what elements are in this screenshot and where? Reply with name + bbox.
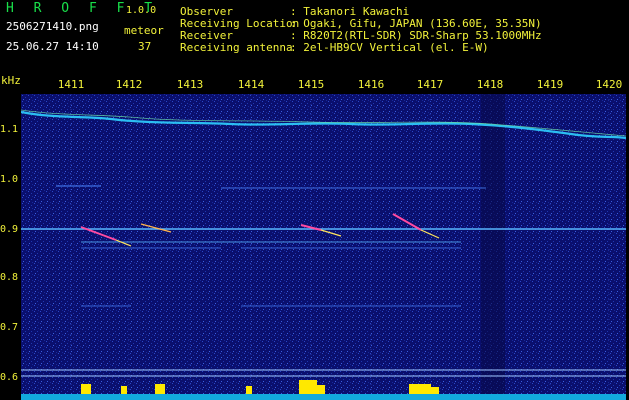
x-tick: 1415 (297, 78, 325, 91)
y-tick: 1.0 (0, 174, 19, 185)
x-tick: 1417 (416, 78, 444, 91)
antenna-label: Receiving antenna (180, 41, 293, 54)
x-tick: 1413 (176, 78, 204, 91)
meteor-label: meteor (124, 24, 164, 37)
y-tick: 0.6 (0, 372, 19, 383)
y-tick: 0.7 (0, 322, 19, 333)
x-tick: 1411 (57, 78, 85, 91)
x-tick: 1418 (476, 78, 504, 91)
amplitude-baseline (21, 394, 626, 400)
antenna-value: : 2el-HB9CV Vertical (el. E-W) (290, 41, 489, 54)
dark-band (481, 94, 505, 400)
meteor-count: 37 (138, 40, 152, 53)
version-label: 1.0.0 (126, 5, 157, 16)
x-tick: 1414 (237, 78, 265, 91)
x-axis-ticks: 1411 1412 1413 1414 1415 1416 1417 1418 … (0, 76, 629, 96)
x-tick: 1412 (115, 78, 143, 91)
spectrogram-background (21, 94, 626, 400)
x-tick: 1416 (357, 78, 385, 91)
header-panel: H R O F F T 1.0.0 2506271410.png meteor … (0, 0, 629, 75)
x-tick: 1420 (595, 78, 623, 91)
datetime-label: 25.06.27 14:10 (6, 40, 99, 53)
y-tick: 0.9 (0, 224, 19, 235)
y-tick: 1.1 (0, 124, 19, 135)
y-tick: 0.8 (0, 272, 19, 283)
spectrogram (21, 94, 626, 400)
x-tick: 1419 (536, 78, 564, 91)
filename-label: 2506271410.png (6, 20, 99, 33)
